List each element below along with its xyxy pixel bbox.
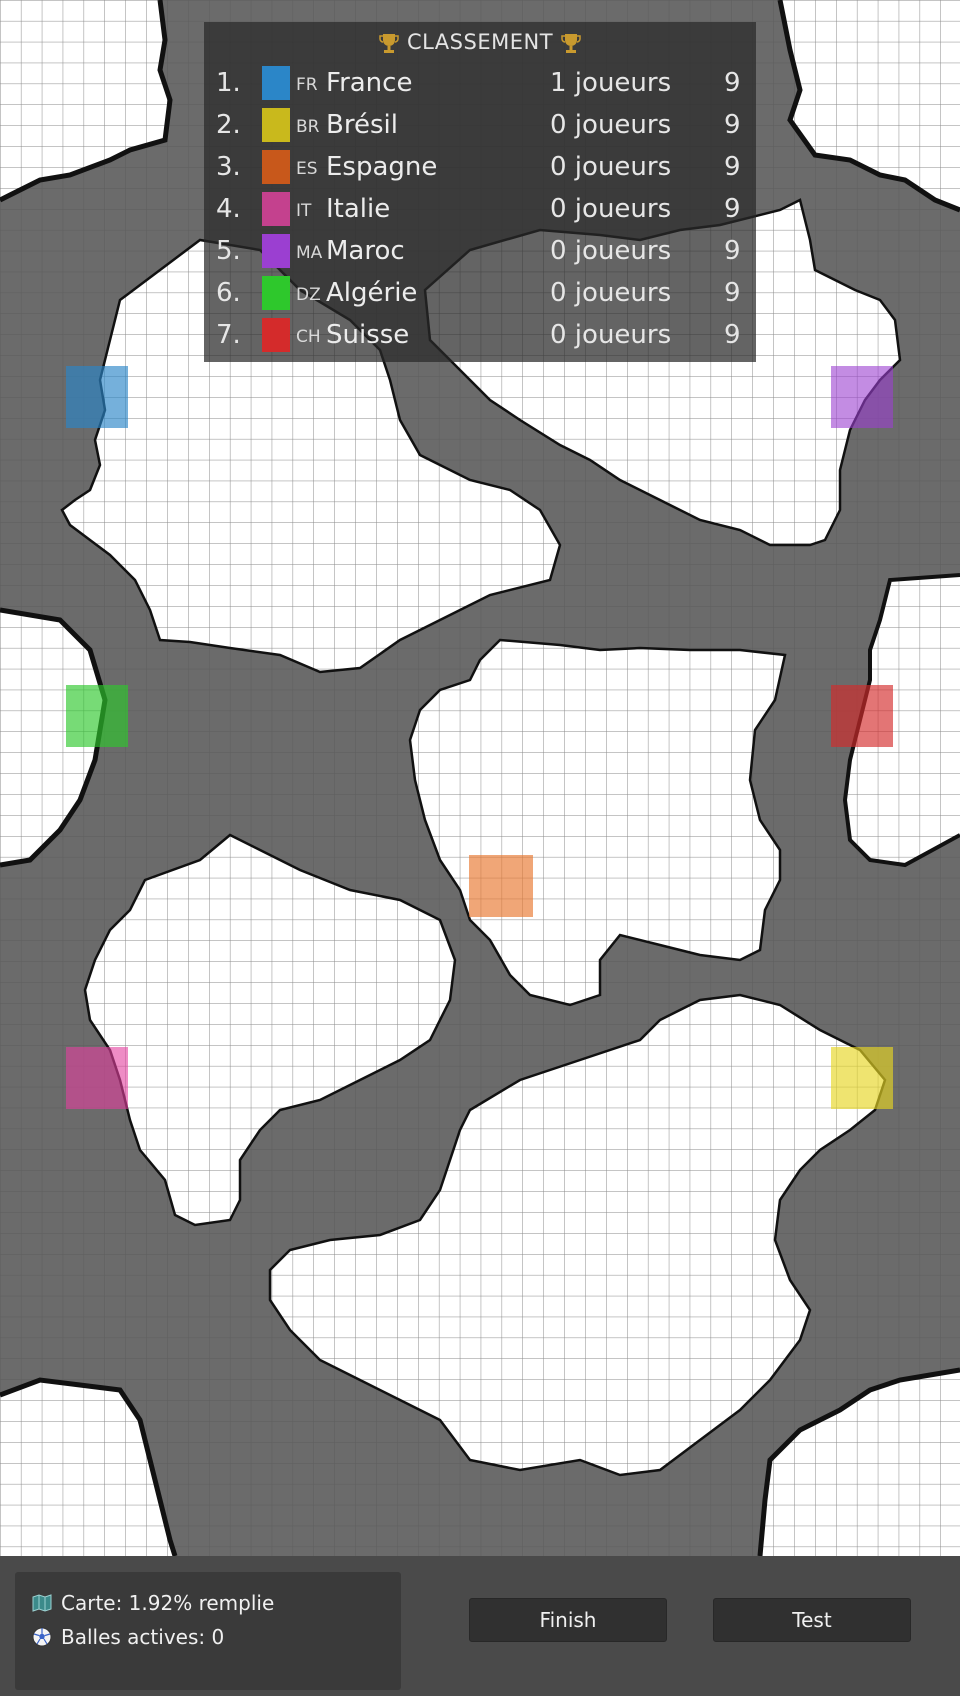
- finish-button[interactable]: Finish: [469, 1598, 667, 1642]
- bottom-bar: Carte: 1.92% remplie Balles actives: 0 F…: [0, 1556, 960, 1696]
- team-marker-brazil: [831, 1047, 893, 1109]
- leaderboard-title: CLASSEMENT: [204, 30, 756, 54]
- test-button[interactable]: Test: [713, 1598, 911, 1642]
- team-color-swatch: [262, 192, 290, 226]
- rank: 6.: [216, 278, 241, 308]
- leaderboard-row: 3. ES Espagne 0 joueurs 9: [204, 147, 756, 187]
- country-name: Suisse: [326, 320, 410, 350]
- player-count: 0 joueurs: [550, 110, 672, 140]
- player-count: 0 joueurs: [550, 278, 672, 308]
- map-fill-text: Carte: 1.92% remplie: [61, 1591, 275, 1615]
- game-board[interactable]: CLASSEMENT 1. FR France 1 joueurs 9 2. B…: [0, 0, 960, 1556]
- country-name: Brésil: [326, 110, 398, 140]
- rank: 1.: [216, 68, 241, 98]
- player-count: 0 joueurs: [550, 320, 672, 350]
- score: 9: [724, 236, 741, 266]
- team-marker-italy: [66, 1047, 128, 1109]
- active-balls-text: Balles actives: 0: [61, 1625, 225, 1649]
- leaderboard-row: 6. DZ Algérie 0 joueurs 9: [204, 273, 756, 313]
- player-count: 1 joueurs: [550, 68, 672, 98]
- team-color-swatch: [262, 66, 290, 100]
- team-color-swatch: [262, 318, 290, 352]
- score: 9: [724, 320, 741, 350]
- team-marker-france: [66, 366, 128, 428]
- country-code: IT: [296, 201, 312, 221]
- country-name: Algérie: [326, 278, 418, 308]
- map-fill-line: Carte: 1.92% remplie: [31, 1588, 274, 1618]
- country-code: MA: [296, 243, 323, 263]
- leaderboard-row: 1. FR France 1 joueurs 9: [204, 63, 756, 103]
- score: 9: [724, 194, 741, 224]
- country-name: Maroc: [326, 236, 405, 266]
- team-marker-spain: [469, 855, 533, 917]
- country-name: Italie: [326, 194, 391, 224]
- score: 9: [724, 110, 741, 140]
- rank: 5.: [216, 236, 241, 266]
- score: 9: [724, 278, 741, 308]
- rank: 4.: [216, 194, 241, 224]
- team-color-swatch: [262, 234, 290, 268]
- team-color-swatch: [262, 150, 290, 184]
- country-code: ES: [296, 159, 318, 179]
- country-name: Espagne: [326, 152, 438, 182]
- rank: 3.: [216, 152, 241, 182]
- leaderboard-panel: CLASSEMENT 1. FR France 1 joueurs 9 2. B…: [204, 22, 756, 362]
- active-balls-line: Balles actives: 0: [31, 1622, 224, 1652]
- player-count: 0 joueurs: [550, 236, 672, 266]
- rank: 2.: [216, 110, 241, 140]
- info-panel: Carte: 1.92% remplie Balles actives: 0: [15, 1572, 401, 1690]
- map-icon: [32, 1593, 52, 1612]
- team-marker-morocco: [831, 366, 893, 428]
- leaderboard-row: 5. MA Maroc 0 joueurs 9: [204, 231, 756, 271]
- player-count: 0 joueurs: [550, 194, 672, 224]
- leaderboard-row: 2. BR Brésil 0 joueurs 9: [204, 105, 756, 145]
- country-code: BR: [296, 117, 320, 137]
- leaderboard-row: 4. IT Italie 0 joueurs 9: [204, 189, 756, 229]
- team-color-swatch: [262, 108, 290, 142]
- country-code: CH: [296, 327, 321, 347]
- team-color-swatch: [262, 276, 290, 310]
- leaderboard-title-text: CLASSEMENT: [406, 30, 554, 54]
- score: 9: [724, 152, 741, 182]
- score: 9: [724, 68, 741, 98]
- country-name: France: [326, 68, 413, 98]
- player-count: 0 joueurs: [550, 152, 672, 182]
- trophy-icon: [561, 34, 581, 53]
- leaderboard-row: 7. CH Suisse 0 joueurs 9: [204, 315, 756, 355]
- rank: 7.: [216, 320, 241, 350]
- team-marker-algeria: [66, 685, 128, 747]
- team-marker-switzerland: [831, 685, 893, 747]
- soccer-ball-icon: [32, 1627, 52, 1646]
- trophy-icon: [379, 34, 399, 53]
- country-code: FR: [296, 75, 318, 95]
- country-code: DZ: [296, 285, 321, 305]
